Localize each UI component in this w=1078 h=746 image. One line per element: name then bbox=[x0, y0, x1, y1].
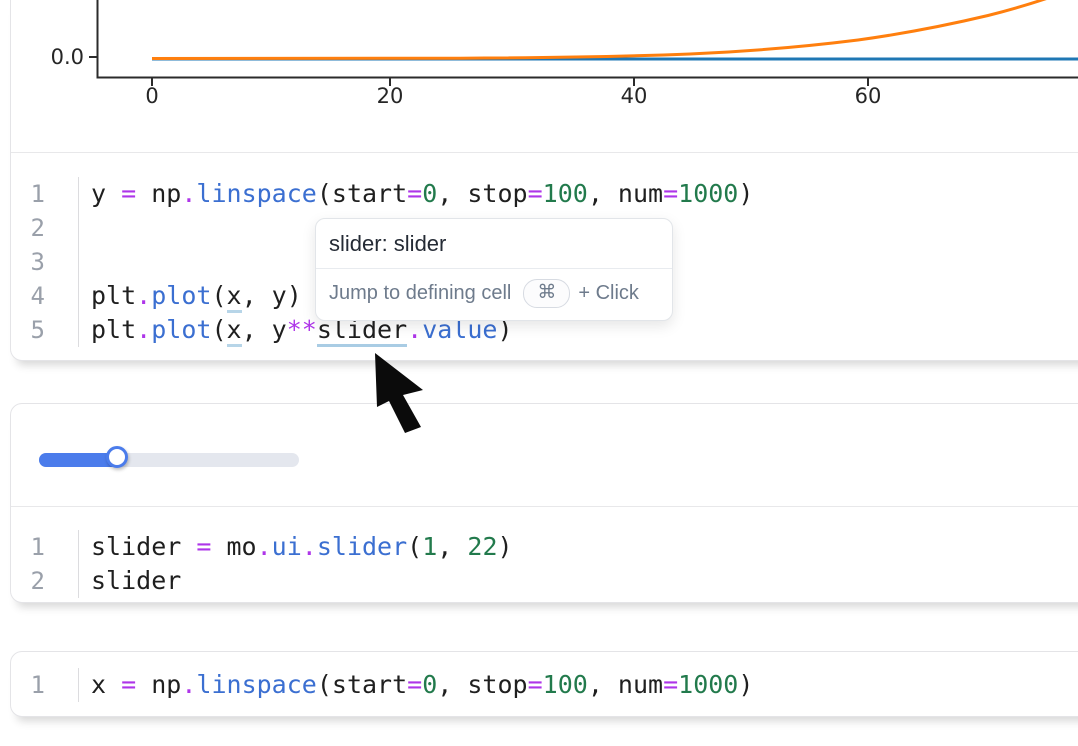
code-text: slider = mo.ui.slider(1, 22) bbox=[91, 530, 513, 564]
code-line[interactable]: 1 slider = mo.ui.slider(1, 22) bbox=[11, 530, 1078, 564]
line-number: 5 bbox=[11, 313, 79, 347]
tooltip-title: slider: slider bbox=[316, 219, 672, 268]
code-text: x = np.linspace(start=0, stop=100, num=1… bbox=[91, 668, 753, 702]
code-text: plt.plot(x, y) bbox=[91, 279, 302, 313]
code-editor-slider-cell[interactable]: 1 slider = mo.ui.slider(1, 22) 2 slider bbox=[11, 507, 1078, 605]
line-number: 1 bbox=[11, 530, 79, 564]
line-number: 3 bbox=[11, 245, 79, 279]
line-number: 1 bbox=[11, 177, 79, 211]
code-editor-x-cell[interactable]: 1 x = np.linspace(start=0, stop=100, num=… bbox=[11, 652, 1078, 718]
code-line[interactable]: 2 slider bbox=[11, 564, 1078, 598]
line-number: 2 bbox=[11, 211, 79, 245]
slider-widget[interactable] bbox=[39, 453, 299, 467]
code-text: slider bbox=[91, 564, 181, 598]
code-line[interactable]: 1 x = np.linspace(start=0, stop=100, num=… bbox=[11, 668, 1078, 702]
notebook-stage: 1 y = np.linspace(start=0, stop=100, num=… bbox=[0, 0, 1078, 746]
cell-slider: 1 slider = mo.ui.slider(1, 22) 2 slider bbox=[10, 403, 1078, 603]
line-number: 2 bbox=[11, 564, 79, 598]
code-line[interactable]: 1 y = np.linspace(start=0, stop=100, num=… bbox=[11, 177, 1078, 211]
code-text: y = np.linspace(start=0, stop=100, num=1… bbox=[91, 177, 753, 211]
line-number: 4 bbox=[11, 279, 79, 313]
tooltip-click-suffix: + Click bbox=[578, 282, 639, 305]
line-number: 1 bbox=[11, 668, 79, 702]
reactive-variable-x[interactable]: x bbox=[227, 315, 242, 347]
command-key-badge: ⌘ bbox=[523, 279, 570, 308]
cell-output-plot-spacer bbox=[11, 0, 1078, 152]
reactive-variable-x[interactable]: x bbox=[227, 281, 242, 313]
cell-x-definition: 1 x = np.linspace(start=0, stop=100, num=… bbox=[10, 651, 1078, 717]
tooltip-action-row: Jump to defining cell ⌘ + Click bbox=[316, 269, 672, 320]
tooltip-action-label: Jump to defining cell bbox=[329, 282, 511, 305]
variable-hover-tooltip: slider: slider Jump to defining cell ⌘ +… bbox=[315, 218, 673, 321]
slider-output-area bbox=[11, 404, 1078, 506]
slider-handle[interactable] bbox=[106, 446, 128, 468]
